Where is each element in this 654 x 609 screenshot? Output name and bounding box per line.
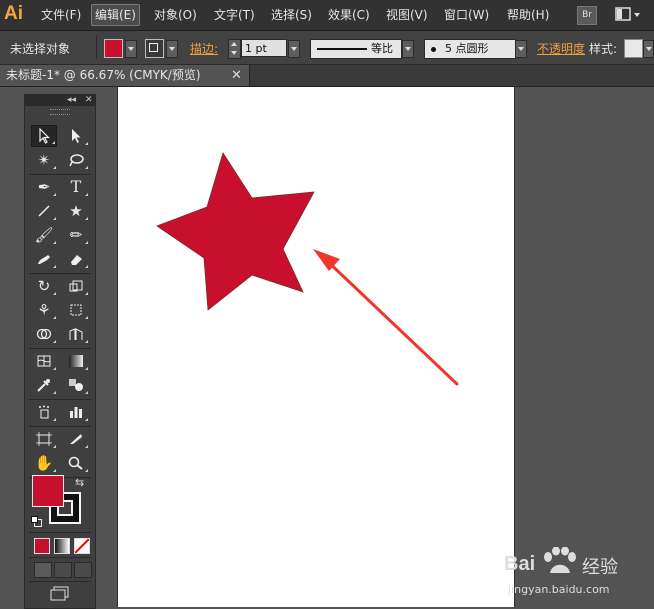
graphic-style-swatch[interactable] <box>624 39 643 58</box>
workspace-switcher[interactable] <box>615 6 643 23</box>
none-mode-button[interactable] <box>74 538 90 554</box>
type-tool[interactable]: T <box>63 176 89 198</box>
menu-window[interactable]: 窗口(W) <box>444 6 489 24</box>
close-icon[interactable]: ✕ <box>85 95 93 105</box>
paintbrush-tool[interactable]: 🖌 <box>31 224 57 246</box>
blob-brush-tool[interactable] <box>31 248 57 270</box>
menu-file[interactable]: 文件(F) <box>41 6 81 24</box>
watermark-brand-cn: 经验 <box>582 557 618 578</box>
document-tab-bar: 未标题-1* @ 66.67% (CMYK/预览) ✕ <box>0 65 654 87</box>
default-fill-stroke-icon[interactable] <box>31 516 42 527</box>
eraser-tool[interactable] <box>63 248 89 270</box>
menu-help[interactable]: 帮助(H) <box>507 6 549 24</box>
hand-tool[interactable]: ✋ <box>31 452 57 474</box>
screen-mode-icon <box>50 586 69 601</box>
variable-width-profile[interactable]: 等比 <box>310 39 402 59</box>
app-logo: Ai <box>4 3 23 24</box>
style-dropdown[interactable] <box>643 40 654 58</box>
mesh-tool[interactable] <box>31 350 57 372</box>
free-transform-tool[interactable] <box>63 299 89 321</box>
rotate-tool[interactable]: ↻ <box>31 275 57 297</box>
baidu-paw-logo <box>544 547 576 573</box>
gradient-tool[interactable] <box>63 350 89 372</box>
menu-bar: Ai 文件(F) 编辑(E) 对象(O) 文字(T) 选择(S) 效果(C) 视… <box>0 0 654 31</box>
pen-tool[interactable]: ✒ <box>31 176 57 198</box>
menu-type[interactable]: 文字(T) <box>214 6 255 24</box>
scale-tool[interactable] <box>63 275 89 297</box>
perspective-grid-tool[interactable] <box>63 323 89 345</box>
pencil-tool[interactable]: ✏ <box>63 224 89 246</box>
document-tab[interactable]: 未标题-1* @ 66.67% (CMYK/预览) ✕ <box>0 65 250 86</box>
collapse-icon[interactable]: ◂◂ <box>67 95 76 105</box>
fill-color-swatch[interactable] <box>104 39 123 58</box>
style-label: 样式: <box>589 42 618 56</box>
stroke-label[interactable]: 描边: <box>190 40 218 57</box>
profile-dropdown[interactable] <box>402 40 414 58</box>
watermark-url: jingyan.baidu.com <box>508 583 610 596</box>
menu-select[interactable]: 选择(S) <box>271 6 312 24</box>
screen-mode-button[interactable] <box>49 586 71 605</box>
star-shape[interactable] <box>156 152 315 311</box>
stroke-weight-dropdown[interactable] <box>288 40 300 58</box>
artboard-tool[interactable] <box>31 428 57 450</box>
stroke-weight-spinner[interactable] <box>228 39 241 59</box>
menu-view[interactable]: 视图(V) <box>386 6 428 24</box>
grip-icon[interactable] <box>50 109 70 115</box>
star-tool[interactable]: ★ <box>63 200 89 222</box>
swap-fill-stroke-icon[interactable]: ⇆ <box>75 476 84 489</box>
stroke-dropdown[interactable] <box>166 40 178 58</box>
fill-indicator[interactable] <box>32 475 64 507</box>
brush-definition[interactable]: 5 点圆形 <box>424 39 516 59</box>
magic-wand-tool[interactable]: ✴ <box>31 149 57 171</box>
menu-effect[interactable]: 效果(C) <box>328 6 370 24</box>
divider <box>96 35 97 59</box>
document-tab-title: 未标题-1* @ 66.67% (CMYK/预览) <box>6 68 201 82</box>
workspace-icon <box>615 7 640 21</box>
artwork-layer <box>156 152 459 386</box>
color-mode-button[interactable] <box>34 538 50 554</box>
fill-dropdown[interactable] <box>125 40 137 58</box>
line-segment-tool[interactable] <box>31 200 57 222</box>
bridge-button[interactable]: Br <box>577 6 597 25</box>
selection-tool[interactable] <box>31 125 57 147</box>
shape-builder-tool[interactable] <box>31 323 57 345</box>
close-tab-icon[interactable]: ✕ <box>231 65 242 86</box>
opacity-label[interactable]: 不透明度 <box>537 40 585 57</box>
draw-normal-button[interactable] <box>34 562 52 578</box>
control-bar: 未选择对象 描边: 1 pt 等比 5 点圆形 不透明度 样式: <box>0 31 654 65</box>
brush-dropdown[interactable] <box>515 40 527 58</box>
tools-panel-header[interactable]: ◂◂ ✕ <box>25 95 95 106</box>
stroke-weight-input[interactable]: 1 pt <box>241 39 287 57</box>
baidu-jingyan-watermark: Bai 经验 jingyan.baidu.com <box>502 547 652 603</box>
column-graph-tool[interactable] <box>63 401 89 423</box>
artboard[interactable] <box>117 87 515 607</box>
slice-tool[interactable] <box>63 428 89 450</box>
watermark-brand: Bai <box>504 553 536 575</box>
zoom-tool[interactable] <box>63 452 89 474</box>
gradient-mode-button[interactable] <box>54 538 70 554</box>
draw-inside-button[interactable] <box>74 562 92 578</box>
draw-behind-button[interactable] <box>54 562 72 578</box>
eyedropper-tool[interactable] <box>31 374 57 396</box>
stroke-color-swatch[interactable] <box>145 39 164 58</box>
menu-edit[interactable]: 编辑(E) <box>91 4 140 26</box>
tools-panel: ◂◂ ✕ ✴ ✒ T ★ 🖌 ✏ ↻ ⚘ ✋ ⇆ <box>24 94 96 609</box>
lasso-tool[interactable] <box>63 149 89 171</box>
direct-selection-tool[interactable] <box>63 125 89 147</box>
width-tool[interactable]: ⚘ <box>31 299 57 321</box>
symbol-sprayer-tool[interactable] <box>31 401 57 423</box>
selection-status: 未选择对象 <box>10 42 71 56</box>
blend-tool[interactable] <box>63 374 89 396</box>
menu-object[interactable]: 对象(O) <box>154 6 197 24</box>
annotation-arrow <box>313 249 459 386</box>
